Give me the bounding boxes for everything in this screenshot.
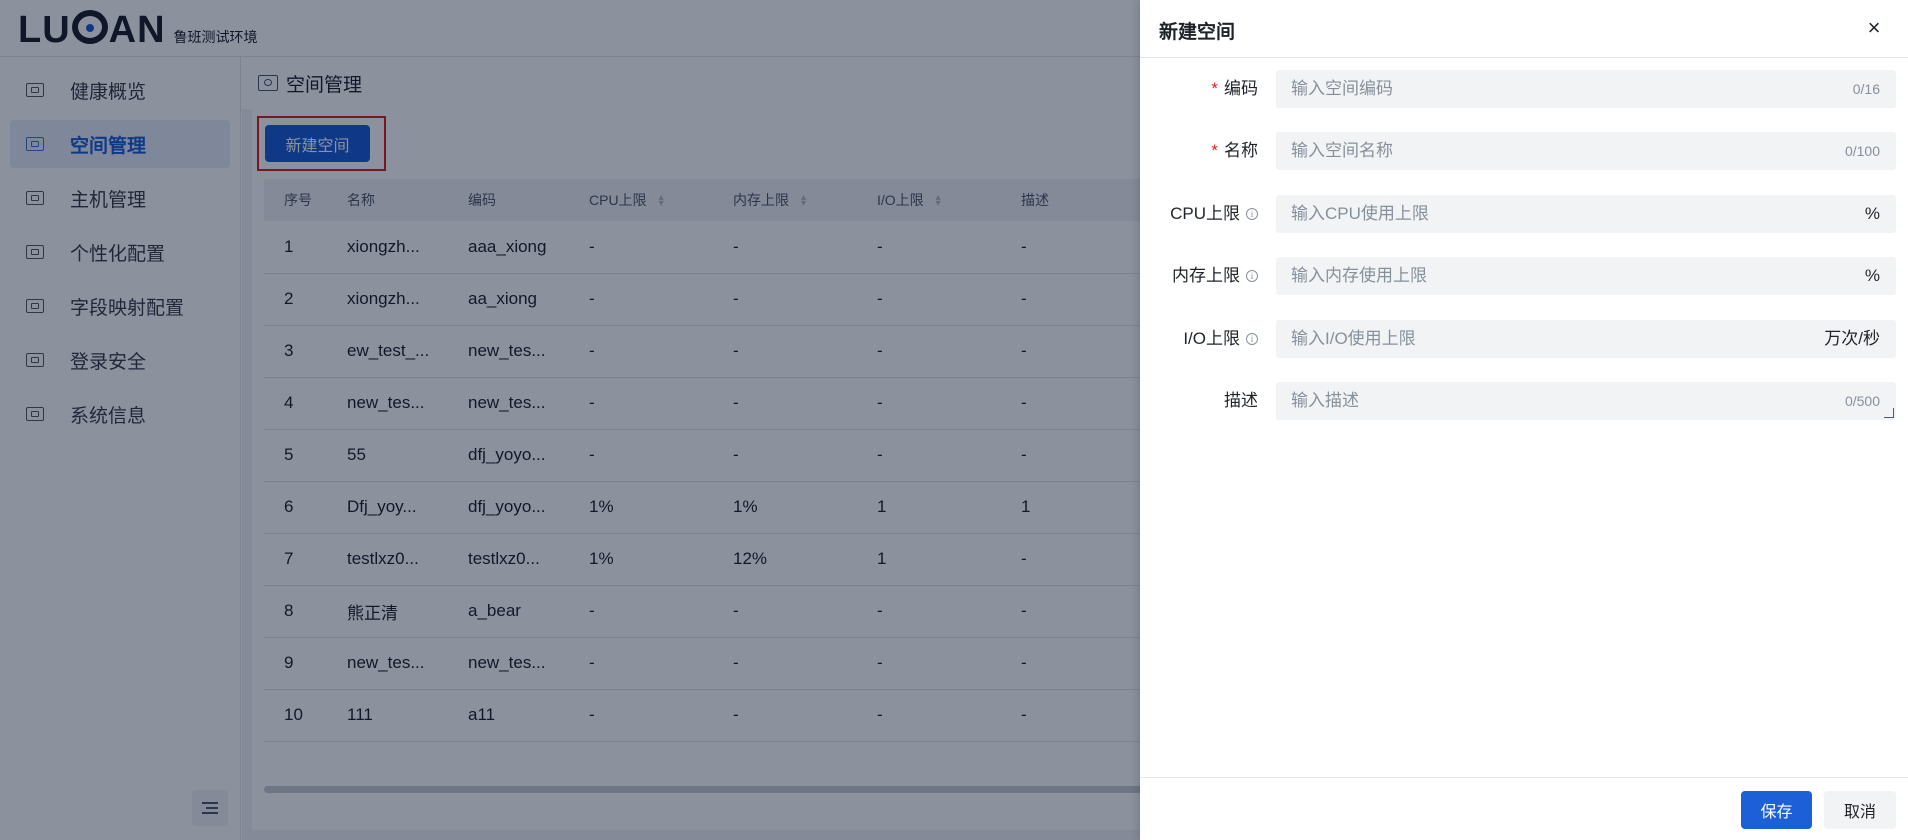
name-label: * 名称: [1140, 132, 1258, 170]
field-label: 内存上限: [1172, 266, 1240, 285]
io-label: I/O上限 i: [1140, 320, 1258, 358]
drawer-title: 新建空间: [1159, 22, 1236, 43]
info-icon[interactable]: i: [1246, 208, 1258, 220]
cpu-limit-input[interactable]: 输入CPU使用上限 %: [1276, 195, 1896, 233]
io-placeholder: 输入I/O使用上限: [1291, 329, 1416, 348]
code-input[interactable]: 输入空间编码 0/16: [1276, 70, 1896, 108]
info-icon[interactable]: i: [1246, 270, 1258, 282]
form-row-io: I/O上限 i 输入I/O使用上限 万次/秒: [1140, 320, 1908, 358]
field-label: CPU上限: [1170, 204, 1240, 223]
new-space-drawer: 新建空间 × * 编码 输入空间编码 0/16 * 名称 输入空间名称 0/100 …: [1140, 0, 1908, 840]
memory-limit-input[interactable]: 输入内存使用上限 %: [1276, 257, 1896, 295]
code-placeholder: 输入空间编码: [1291, 79, 1393, 98]
memory-placeholder: 输入内存使用上限: [1291, 266, 1427, 285]
io-unit: 万次/秒: [1824, 329, 1880, 348]
info-icon[interactable]: i: [1246, 333, 1258, 345]
form-row-memory: 内存上限 i 输入内存使用上限 %: [1140, 257, 1908, 295]
required-mark: *: [1211, 141, 1218, 160]
field-label: 名称: [1224, 141, 1258, 160]
field-label: 编码: [1224, 79, 1258, 98]
close-icon[interactable]: ×: [1862, 16, 1886, 40]
form-row-cpu: CPU上限 i 输入CPU使用上限 %: [1140, 195, 1908, 233]
save-button[interactable]: 保存: [1741, 791, 1812, 829]
name-placeholder: 输入空间名称: [1291, 141, 1393, 160]
field-label: I/O上限: [1183, 329, 1240, 348]
description-char-counter: 0/500: [1844, 393, 1880, 409]
drawer-footer: 保存 取消: [1140, 777, 1908, 840]
description-placeholder: 输入描述: [1291, 391, 1359, 410]
form-row-description: 描述 输入描述 0/500: [1140, 382, 1908, 420]
cpu-placeholder: 输入CPU使用上限: [1291, 204, 1429, 223]
required-mark: *: [1211, 79, 1218, 98]
form-row-name: * 名称 输入空间名称 0/100: [1140, 132, 1908, 170]
cpu-label: CPU上限 i: [1140, 195, 1258, 233]
cpu-unit: %: [1864, 204, 1880, 223]
resize-handle-icon[interactable]: [1884, 408, 1894, 418]
description-label: 描述: [1140, 382, 1258, 420]
cancel-button[interactable]: 取消: [1824, 791, 1896, 829]
field-label: 描述: [1224, 391, 1258, 410]
form-row-code: * 编码 输入空间编码 0/16: [1140, 70, 1908, 108]
memory-label: 内存上限 i: [1140, 257, 1258, 295]
name-char-counter: 0/100: [1844, 143, 1880, 159]
code-label: * 编码: [1140, 70, 1258, 108]
description-textarea[interactable]: 输入描述 0/500: [1276, 382, 1896, 420]
name-input[interactable]: 输入空间名称 0/100: [1276, 132, 1896, 170]
io-limit-input[interactable]: 输入I/O使用上限 万次/秒: [1276, 320, 1896, 358]
memory-unit: %: [1864, 266, 1880, 285]
code-char-counter: 0/16: [1852, 81, 1880, 97]
drawer-header: 新建空间 ×: [1140, 0, 1908, 58]
